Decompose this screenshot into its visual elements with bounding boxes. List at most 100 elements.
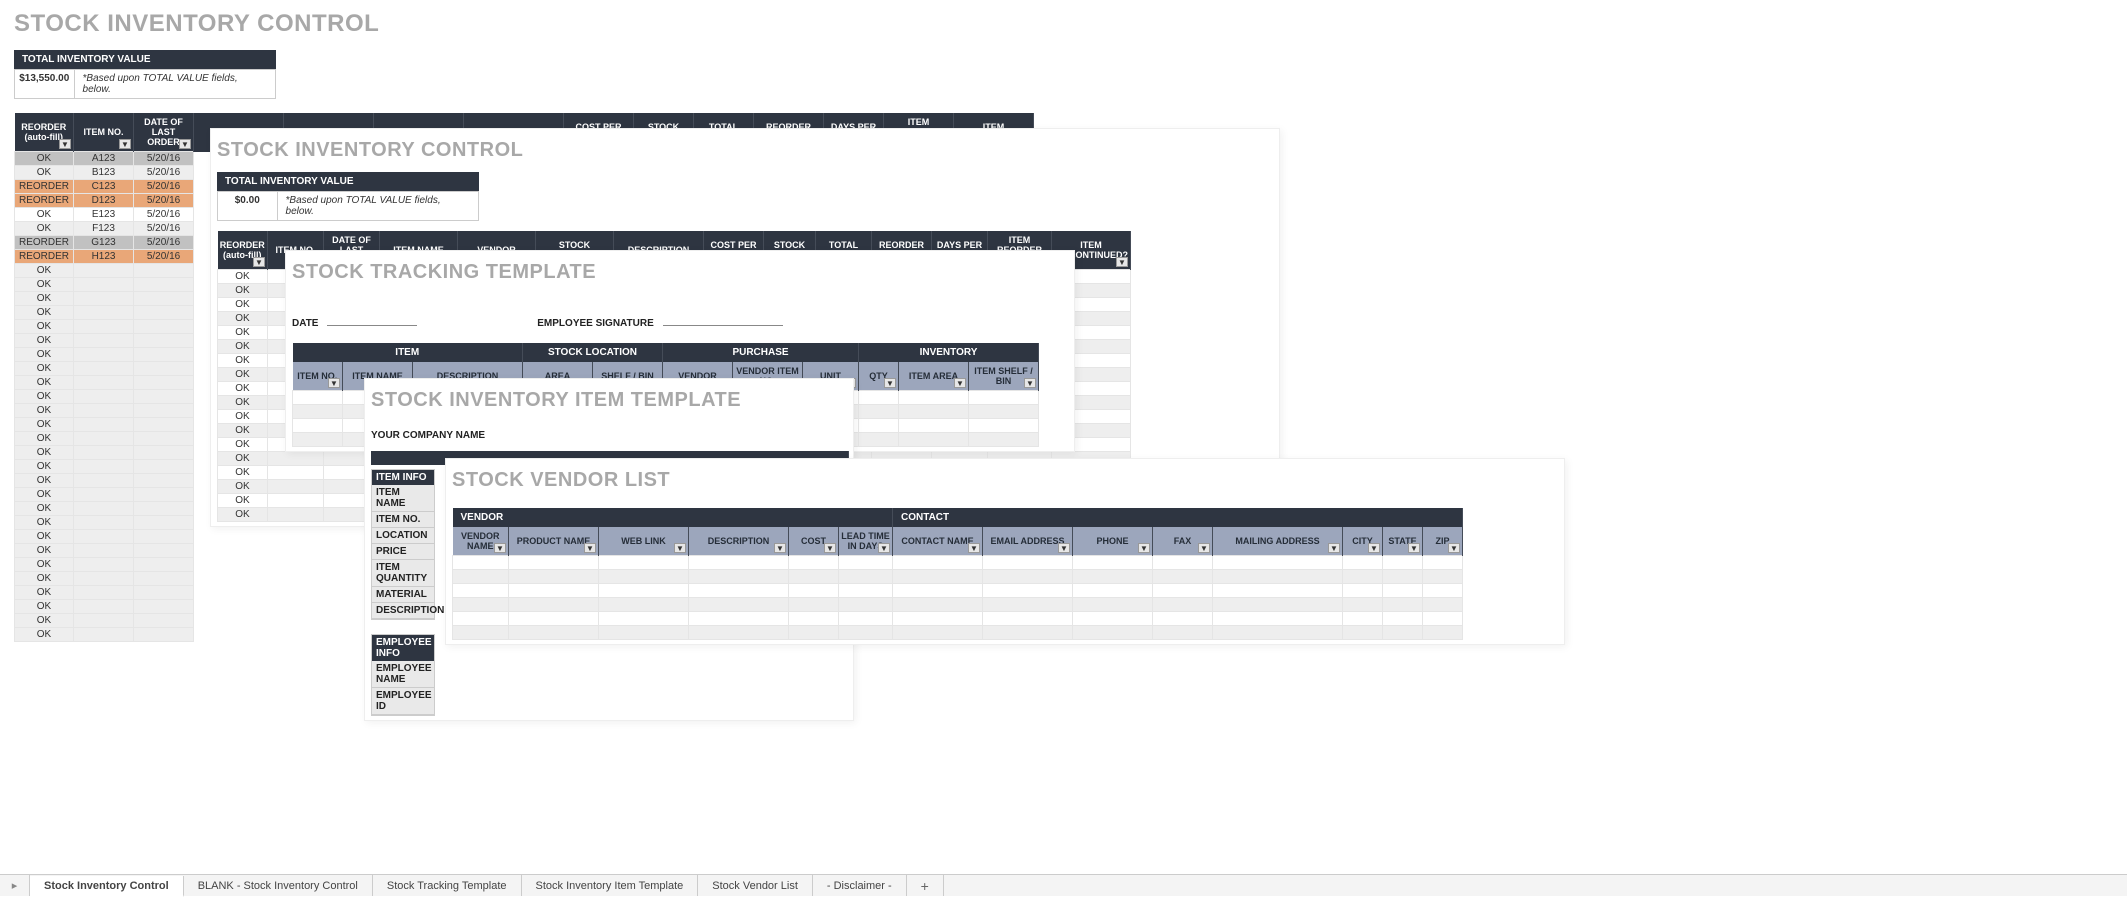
column-header[interactable]: QTY▼ xyxy=(859,362,899,391)
cell-date[interactable] xyxy=(134,614,194,628)
cell-item-no[interactable]: G123 xyxy=(74,236,134,250)
filter-dropdown-icon[interactable]: ▼ xyxy=(878,543,890,553)
column-header[interactable]: ITEM SHELF / BIN▼ xyxy=(969,362,1039,391)
column-header[interactable]: ITEM NO.▼ xyxy=(74,113,134,152)
cell-item-no[interactable] xyxy=(74,362,134,376)
column-header[interactable]: EMAIL ADDRESS▼ xyxy=(983,527,1073,556)
cell[interactable] xyxy=(839,626,893,640)
cell[interactable] xyxy=(789,556,839,570)
cell[interactable] xyxy=(893,612,983,626)
cell-date[interactable] xyxy=(134,460,194,474)
cell-date[interactable] xyxy=(134,320,194,334)
cell-reorder[interactable]: OK xyxy=(218,410,268,424)
sheet-tab[interactable]: Stock Inventory Item Template xyxy=(522,875,699,896)
column-header[interactable]: ITEM AREA▼ xyxy=(899,362,969,391)
cell[interactable] xyxy=(1073,626,1153,640)
cell-date[interactable] xyxy=(134,516,194,530)
column-header[interactable]: CONTACT NAME▼ xyxy=(893,527,983,556)
cell[interactable] xyxy=(453,626,509,640)
filter-dropdown-icon[interactable]: ▼ xyxy=(1138,543,1150,553)
cell[interactable] xyxy=(293,391,343,405)
filter-dropdown-icon[interactable]: ▼ xyxy=(968,543,980,553)
cell-date[interactable] xyxy=(134,264,194,278)
filter-dropdown-icon[interactable]: ▼ xyxy=(179,139,191,149)
filter-dropdown-icon[interactable]: ▼ xyxy=(253,257,265,267)
filter-dropdown-icon[interactable]: ▼ xyxy=(584,543,596,553)
cell-reorder[interactable]: OK xyxy=(15,502,74,516)
filter-dropdown-icon[interactable]: ▼ xyxy=(1058,543,1070,553)
cell[interactable] xyxy=(599,556,689,570)
cell-item-no[interactable]: E123 xyxy=(74,208,134,222)
cell[interactable] xyxy=(839,598,893,612)
cell-date[interactable]: 5/20/16 xyxy=(134,250,194,264)
cell[interactable] xyxy=(1423,570,1463,584)
cell-reorder[interactable]: OK xyxy=(15,404,74,418)
cell[interactable] xyxy=(1383,598,1423,612)
cell-reorder[interactable]: OK xyxy=(15,166,74,180)
cell-reorder[interactable]: OK xyxy=(218,312,268,326)
column-header[interactable]: FAX▼ xyxy=(1153,527,1213,556)
cell[interactable] xyxy=(509,584,599,598)
cell[interactable] xyxy=(599,584,689,598)
cell-date[interactable] xyxy=(134,446,194,460)
cell-item-no[interactable] xyxy=(74,418,134,432)
cell-item-no[interactable] xyxy=(74,502,134,516)
cell[interactable] xyxy=(1343,626,1383,640)
cell-reorder[interactable]: OK xyxy=(15,572,74,586)
cell[interactable] xyxy=(839,584,893,598)
filter-dropdown-icon[interactable]: ▼ xyxy=(1448,543,1460,553)
column-header[interactable]: REORDER (auto-fill)▼ xyxy=(218,231,268,270)
cell[interactable] xyxy=(1213,612,1343,626)
cell-reorder[interactable]: OK xyxy=(15,544,74,558)
cell-date[interactable]: 5/20/16 xyxy=(134,152,194,166)
cell-reorder[interactable]: REORDER xyxy=(15,194,74,208)
cell[interactable] xyxy=(859,433,899,447)
cell-reorder[interactable]: OK xyxy=(15,460,74,474)
cell-reorder[interactable]: OK xyxy=(218,494,268,508)
cell-reorder[interactable]: OK xyxy=(15,600,74,614)
filter-dropdown-icon[interactable]: ▼ xyxy=(494,543,506,553)
cell-reorder[interactable]: OK xyxy=(15,530,74,544)
cell-reorder[interactable]: OK xyxy=(15,418,74,432)
cell-date[interactable] xyxy=(134,348,194,362)
filter-dropdown-icon[interactable]: ▼ xyxy=(119,139,131,149)
cell-date[interactable] xyxy=(134,432,194,446)
cell[interactable] xyxy=(893,598,983,612)
cell-date[interactable] xyxy=(134,544,194,558)
sheet-tab[interactable]: Stock Tracking Template xyxy=(373,875,522,896)
column-header[interactable]: MAILING ADDRESS▼ xyxy=(1213,527,1343,556)
filter-dropdown-icon[interactable]: ▼ xyxy=(59,139,71,149)
cell-item-no[interactable] xyxy=(74,460,134,474)
cell-reorder[interactable]: OK xyxy=(15,390,74,404)
cell[interactable] xyxy=(969,433,1039,447)
signature-field[interactable] xyxy=(663,312,783,326)
cell[interactable] xyxy=(1383,626,1423,640)
cell-reorder[interactable]: OK xyxy=(15,516,74,530)
cell[interactable] xyxy=(1343,570,1383,584)
cell-reorder[interactable]: REORDER xyxy=(15,236,74,250)
cell[interactable] xyxy=(1343,556,1383,570)
cell[interactable] xyxy=(689,598,789,612)
cell[interactable] xyxy=(268,480,324,494)
column-header[interactable]: ITEM NO.▼ xyxy=(293,362,343,391)
cell-date[interactable] xyxy=(134,572,194,586)
cell-date[interactable] xyxy=(134,558,194,572)
cell[interactable] xyxy=(1213,556,1343,570)
cell[interactable] xyxy=(599,598,689,612)
cell-reorder[interactable]: OK xyxy=(15,348,74,362)
cell-item-no[interactable] xyxy=(74,292,134,306)
cell[interactable] xyxy=(1073,570,1153,584)
cell-item-no[interactable] xyxy=(74,404,134,418)
cell[interactable] xyxy=(689,584,789,598)
cell[interactable] xyxy=(1153,612,1213,626)
cell[interactable] xyxy=(893,584,983,598)
sheet-tab[interactable]: Stock Vendor List xyxy=(698,875,813,896)
cell[interactable] xyxy=(453,556,509,570)
cell-date[interactable]: 5/20/16 xyxy=(134,236,194,250)
cell[interactable] xyxy=(899,433,969,447)
cell[interactable] xyxy=(983,584,1073,598)
cell[interactable] xyxy=(1213,570,1343,584)
tab-add-button[interactable]: + xyxy=(907,875,944,896)
cell-reorder[interactable]: OK xyxy=(218,452,268,466)
cell-reorder[interactable]: OK xyxy=(15,474,74,488)
